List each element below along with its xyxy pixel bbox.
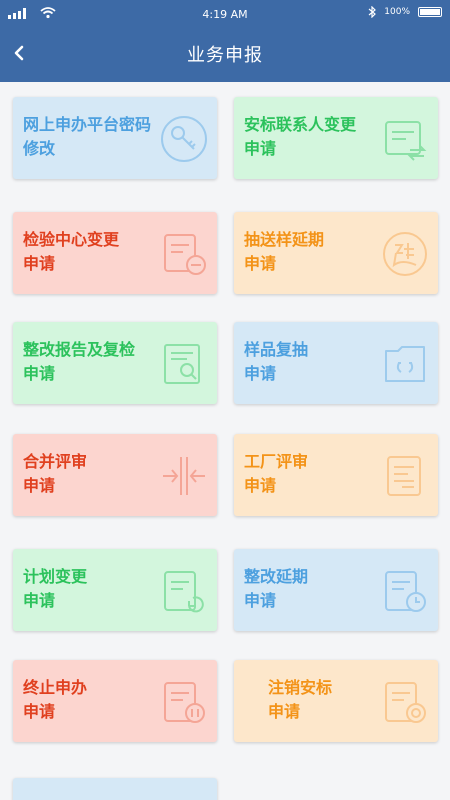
- card-label-line2: 申请: [244, 139, 277, 158]
- card-partial[interactable]: [13, 778, 217, 800]
- card-label-line1: 安标联系人变更: [244, 115, 357, 134]
- card-factory-review[interactable]: 工厂评审 申请: [234, 434, 438, 516]
- card-sample-reextraction[interactable]: 样品复抽 申请: [234, 322, 438, 404]
- card-label-line2: 申请: [23, 476, 56, 495]
- card-label: 检验中心变更 申请: [23, 228, 207, 276]
- card-label-line1: 整改延期: [244, 567, 309, 586]
- card-label-line1: 检验中心变更: [23, 230, 120, 249]
- card-label-line2: 申请: [244, 364, 277, 383]
- card-label-line1: 网上申办平台密码: [23, 115, 152, 134]
- card-label-line1: 计划变更: [23, 567, 88, 586]
- card-label-line2: 申请: [23, 702, 56, 721]
- card-cancel-safety-mark[interactable]: 注销安标 申请: [234, 660, 438, 742]
- card-inspection-center-change[interactable]: 检验中心变更 申请: [13, 212, 217, 294]
- status-right: 100%: [368, 6, 442, 18]
- battery-icon: [418, 7, 442, 17]
- bluetooth-icon: [368, 6, 377, 18]
- battery-percent: 100%: [384, 7, 410, 17]
- card-merged-review[interactable]: 合并评审 申请: [13, 434, 217, 516]
- card-label: 注销安标 申请: [268, 676, 428, 724]
- card-label-line1: 抽送样延期: [244, 230, 325, 249]
- nav-bar: 业务申报: [0, 28, 450, 78]
- card-plan-change[interactable]: 计划变更 申请: [13, 549, 217, 631]
- card-label-line2: 申请: [268, 702, 301, 721]
- card-label-line2: 申请: [23, 591, 56, 610]
- card-label-line1: 合并评审: [23, 452, 88, 471]
- card-label: 合并评审 申请: [23, 450, 207, 498]
- card-label: 整改延期 申请: [244, 565, 428, 613]
- card-label-line2: 申请: [23, 364, 56, 383]
- card-label: 整改报告及复检 申请: [23, 338, 207, 386]
- card-label-line1: 样品复抽: [244, 340, 309, 359]
- card-terminate-application[interactable]: 终止申办 申请: [13, 660, 217, 742]
- card-label-line2: 申请: [244, 476, 277, 495]
- card-label-line2: 申请: [244, 591, 277, 610]
- page-title: 业务申报: [187, 45, 263, 66]
- card-label-line1: 整改报告及复检: [23, 340, 136, 359]
- service-grid: 网上申办平台密码 修改 安标联系人变更 申请 检验中心变更 申请 抽送样延期 申…: [0, 82, 450, 800]
- card-label-line2: 申请: [244, 254, 277, 273]
- card-label: 终止申办 申请: [23, 676, 207, 724]
- card-password-change[interactable]: 网上申办平台密码 修改: [13, 97, 217, 179]
- card-label-line2: 修改: [23, 139, 56, 158]
- app-header: 4:19 AM 100% 业务申报: [0, 0, 450, 82]
- card-label: 抽送样延期 申请: [244, 228, 428, 276]
- card-rectification-delay[interactable]: 整改延期 申请: [234, 549, 438, 631]
- card-label-line1: 工厂评审: [244, 452, 309, 471]
- status-bar: 4:19 AM 100%: [0, 0, 450, 28]
- card-contact-change[interactable]: 安标联系人变更 申请: [234, 97, 438, 179]
- card-label: 样品复抽 申请: [244, 338, 428, 386]
- card-label-line2: 申请: [23, 254, 56, 273]
- card-label: 工厂评审 申请: [244, 450, 428, 498]
- card-rectification-recheck[interactable]: 整改报告及复检 申请: [13, 322, 217, 404]
- card-label-line1: 注销安标: [268, 678, 333, 697]
- card-label: 计划变更 申请: [23, 565, 207, 613]
- card-label: 网上申办平台密码 修改: [23, 113, 207, 161]
- card-sampling-delay[interactable]: 抽送样延期 申请: [234, 212, 438, 294]
- card-label: 安标联系人变更 申请: [244, 113, 428, 161]
- card-label-line1: 终止申办: [23, 678, 88, 697]
